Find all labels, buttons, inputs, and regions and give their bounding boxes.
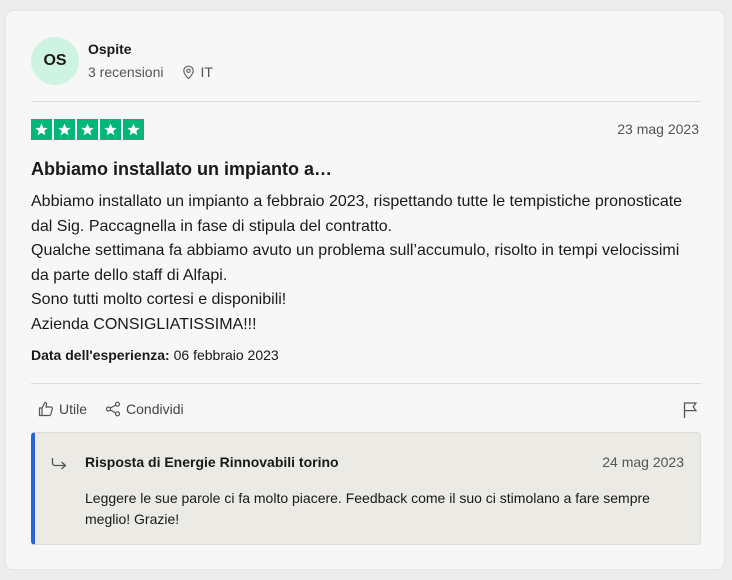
report-button[interactable] bbox=[682, 401, 698, 424]
star-rating bbox=[31, 119, 144, 140]
divider bbox=[31, 383, 701, 384]
reply-date: 24 mag 2023 bbox=[602, 454, 684, 470]
review-count: 3 recensioni bbox=[88, 64, 164, 80]
reviewer-header: OS Ospite 3 recensioni IT bbox=[31, 37, 701, 87]
review-title[interactable]: Abbiamo installato un impianto a… bbox=[31, 159, 332, 180]
useful-button[interactable]: Utile bbox=[38, 401, 87, 417]
review-paragraph: Sono tutti molto cortesi e disponibili! bbox=[31, 291, 287, 308]
star-icon bbox=[54, 119, 75, 140]
reply-text: Leggere le sue parole ci fa molto piacer… bbox=[85, 490, 650, 527]
star-icon bbox=[123, 119, 144, 140]
star-icon bbox=[31, 119, 52, 140]
reviewer-name[interactable]: Ospite bbox=[88, 41, 132, 57]
reply-title: Risposta di Energie Rinnovabili torino bbox=[85, 454, 339, 470]
review-paragraph: Qualche settimana fa abbiamo avuto un pr… bbox=[31, 242, 680, 284]
reviewer-location: IT bbox=[182, 64, 213, 80]
company-reply: Risposta di Energie Rinnovabili torino 2… bbox=[31, 432, 701, 545]
review-paragraph: Azienda CONSIGLIATISSIMA!!! bbox=[31, 315, 257, 333]
country-code: IT bbox=[200, 64, 213, 80]
reviewer-meta: 3 recensioni IT bbox=[88, 64, 213, 80]
review-body: Abbiamo installato un impianto a febbrai… bbox=[31, 190, 701, 337]
experience-value: 06 febbraio 2023 bbox=[173, 347, 279, 363]
share-icon bbox=[105, 401, 121, 417]
thumbs-up-icon bbox=[38, 401, 53, 417]
share-button[interactable]: Condividi bbox=[105, 401, 184, 417]
avatar[interactable]: OS bbox=[31, 37, 79, 85]
location-pin-icon bbox=[182, 65, 194, 79]
star-icon bbox=[100, 119, 121, 140]
review-actions: Utile Condividi bbox=[38, 401, 202, 417]
experience-date: Data dell'esperienza: 06 febbraio 2023 bbox=[31, 347, 279, 363]
flag-icon bbox=[683, 402, 698, 418]
review-date: 23 mag 2023 bbox=[617, 121, 699, 137]
reply-arrow-icon bbox=[51, 458, 67, 470]
review-card: OS Ospite 3 recensioni IT 23 mag 2023 Ab… bbox=[5, 10, 725, 570]
useful-label: Utile bbox=[59, 401, 88, 417]
share-label: Condividi bbox=[126, 401, 184, 417]
experience-label: Data dell'esperienza: bbox=[31, 347, 170, 363]
divider bbox=[31, 101, 701, 102]
review-paragraph: Abbiamo installato un impianto a febbrai… bbox=[31, 193, 683, 235]
star-icon bbox=[77, 119, 98, 140]
